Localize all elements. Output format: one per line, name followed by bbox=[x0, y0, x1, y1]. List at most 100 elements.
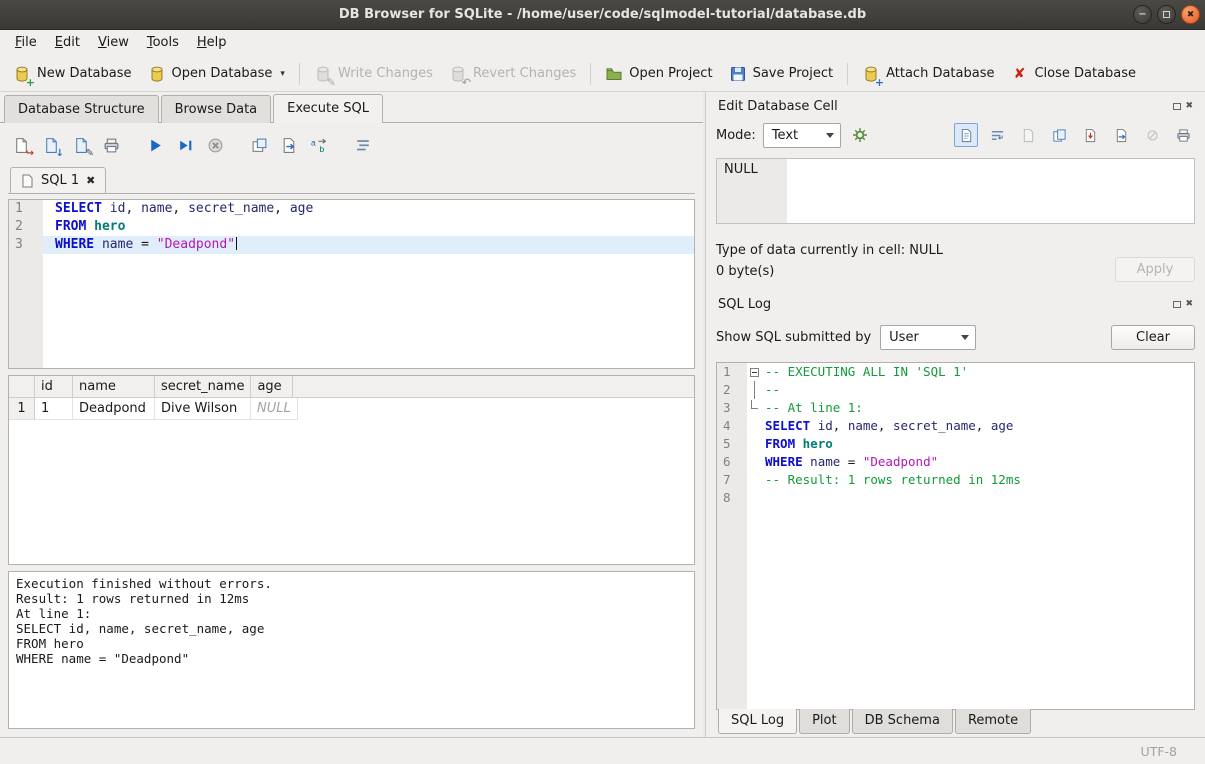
dock-close-icon[interactable]: ✖ bbox=[1185, 300, 1193, 309]
table-cell[interactable]: Dive Wilson bbox=[155, 398, 251, 420]
column-header-id[interactable]: id bbox=[35, 376, 73, 397]
code-line[interactable]: 4SELECT id, name, secret_name, age bbox=[717, 417, 1194, 435]
code-line[interactable]: 1-- EXECUTING ALL IN 'SQL 1' bbox=[717, 363, 1194, 381]
toolbar-separator bbox=[847, 63, 848, 85]
close-button[interactable]: ✖ bbox=[1181, 5, 1200, 24]
open-sql-file-button[interactable]: ↪ bbox=[8, 132, 34, 158]
tab-browse-data[interactable]: Browse Data bbox=[161, 95, 272, 123]
find-replace-button[interactable]: ab bbox=[306, 132, 332, 158]
line-number: 1 bbox=[717, 363, 747, 381]
line-number: 7 bbox=[717, 471, 747, 489]
toolbar-separator bbox=[590, 63, 591, 85]
cell-size-text: 0 byte(s) bbox=[716, 261, 943, 282]
write-changes-button: ✎ Write Changes bbox=[307, 61, 440, 87]
attach-database-button[interactable]: + Attach Database bbox=[855, 61, 1001, 87]
column-header-age[interactable]: age bbox=[251, 376, 293, 397]
open-project-button[interactable]: Open Project bbox=[598, 61, 719, 87]
code-line[interactable]: 2-- bbox=[717, 381, 1194, 399]
close-database-button[interactable]: ✘ Close Database bbox=[1003, 61, 1143, 87]
line-number: 3 bbox=[9, 236, 43, 254]
tab-execute-sql[interactable]: Execute SQL bbox=[273, 94, 383, 123]
column-header-name[interactable]: name bbox=[73, 376, 155, 397]
code-line[interactable]: 6WHERE name = "Deadpond" bbox=[717, 453, 1194, 471]
header-filler bbox=[293, 376, 694, 397]
print-cell-icon[interactable] bbox=[1171, 123, 1195, 147]
code-line[interactable]: 1SELECT id, name, secret_name, age bbox=[9, 200, 694, 218]
dock-close-icon[interactable]: ✖ bbox=[1185, 102, 1193, 111]
dock-tab-plot[interactable]: Plot bbox=[799, 709, 850, 734]
cell-editor[interactable]: NULL bbox=[716, 158, 1195, 224]
main-tabbar: Database Structure Browse Data Execute S… bbox=[0, 92, 703, 123]
mode-settings-button[interactable] bbox=[848, 123, 872, 147]
import-cell-icon[interactable] bbox=[1078, 123, 1102, 147]
menu-edit[interactable]: Edit bbox=[46, 30, 89, 56]
code-line[interactable]: 3-- At line 1: bbox=[717, 399, 1194, 417]
save-sql-as-button[interactable]: ✎ bbox=[68, 132, 94, 158]
new-database-button[interactable]: + New Database bbox=[6, 61, 139, 87]
sql-editor-lines[interactable]: 1SELECT id, name, secret_name, age2FROM … bbox=[8, 199, 695, 369]
fold-marker[interactable] bbox=[747, 363, 761, 381]
export-cell-icon[interactable] bbox=[1109, 123, 1133, 147]
mode-combobox[interactable]: Text bbox=[763, 123, 841, 148]
save-project-button[interactable]: Save Project bbox=[722, 61, 841, 87]
code-line[interactable]: 5FROM hero bbox=[717, 435, 1194, 453]
table-row[interactable]: 11DeadpondDive WilsonNULL bbox=[9, 398, 694, 420]
code-line[interactable]: 2FROM hero bbox=[9, 218, 694, 236]
edit-cell-toolbar: Mode: Text bbox=[716, 120, 1195, 150]
table-cell[interactable]: Deadpond bbox=[73, 398, 155, 420]
sql-tab-1[interactable]: SQL 1 ✖ bbox=[10, 167, 106, 193]
text-mode-icon[interactable] bbox=[954, 123, 978, 147]
svg-text:b: b bbox=[320, 143, 325, 153]
execute-all-button[interactable] bbox=[142, 132, 168, 158]
dock-tab-remote[interactable]: Remote bbox=[955, 709, 1031, 734]
code-line[interactable]: 8 bbox=[717, 489, 1194, 507]
code-line[interactable]: 3WHERE name = "Deadpond" bbox=[9, 236, 694, 254]
line-number: 8 bbox=[717, 489, 747, 507]
encoding-indicator[interactable]: UTF-8 bbox=[1141, 744, 1177, 759]
dock-tab-sql-log[interactable]: SQL Log bbox=[718, 709, 797, 734]
mode-label: Mode: bbox=[716, 128, 756, 143]
close-database-icon: ✘ bbox=[1010, 65, 1028, 83]
dock-tab-db-schema[interactable]: DB Schema bbox=[852, 709, 953, 734]
fold-marker bbox=[747, 435, 761, 453]
table-cell[interactable]: NULL bbox=[251, 398, 298, 420]
column-header-secret_name[interactable]: secret_name bbox=[155, 376, 251, 397]
log-filter-combobox[interactable]: User bbox=[880, 325, 976, 350]
menu-view[interactable]: View bbox=[89, 30, 138, 56]
fold-marker bbox=[747, 453, 761, 471]
export-results-button[interactable] bbox=[276, 132, 302, 158]
sql-log-lines[interactable]: 1-- EXECUTING ALL IN 'SQL 1'2--3-- At li… bbox=[716, 362, 1195, 710]
line-number: 2 bbox=[9, 218, 43, 236]
dock-float-icon[interactable] bbox=[1173, 103, 1181, 110]
tab-close-icon[interactable]: ✖ bbox=[86, 174, 95, 187]
tab-database-structure[interactable]: Database Structure bbox=[4, 95, 159, 123]
revert-changes-button: ↶ Revert Changes bbox=[442, 61, 583, 87]
menu-tools[interactable]: Tools bbox=[138, 30, 188, 56]
fold-marker bbox=[747, 489, 761, 507]
log-filter-label: Show SQL submitted by bbox=[716, 330, 871, 345]
open-database-button[interactable]: Open Database ▾ bbox=[141, 61, 292, 87]
menu-help[interactable]: Help bbox=[188, 30, 236, 56]
row-number[interactable]: 1 bbox=[9, 398, 35, 420]
code-line[interactable]: 7-- Result: 1 rows returned in 12ms bbox=[717, 471, 1194, 489]
new-sql-tab-button[interactable] bbox=[246, 132, 272, 158]
minimize-button[interactable]: − bbox=[1133, 5, 1152, 24]
attach-database-icon: + bbox=[862, 65, 880, 83]
menu-file[interactable]: File bbox=[6, 30, 46, 56]
clear-log-button[interactable]: Clear bbox=[1111, 325, 1195, 350]
dock-float-icon[interactable] bbox=[1173, 301, 1181, 308]
sql-log-dock-title: SQL Log ✖ bbox=[716, 292, 1195, 316]
copy-cell-icon[interactable] bbox=[1047, 123, 1071, 147]
edit-cell-dock-title: Edit Database Cell ✖ bbox=[716, 94, 1195, 118]
maximize-button[interactable] bbox=[1157, 5, 1176, 24]
format-sql-button[interactable] bbox=[350, 132, 376, 158]
table-cell[interactable]: 1 bbox=[35, 398, 73, 420]
open-database-dropdown-icon[interactable]: ▾ bbox=[280, 69, 285, 79]
results-rows: 11DeadpondDive WilsonNULL bbox=[9, 398, 694, 420]
print-sql-button[interactable] bbox=[98, 132, 124, 158]
execute-current-line-button[interactable] bbox=[172, 132, 198, 158]
word-wrap-icon[interactable] bbox=[985, 123, 1009, 147]
save-sql-file-button[interactable]: ↓ bbox=[38, 132, 64, 158]
chevron-down-icon bbox=[961, 335, 969, 340]
open-project-icon bbox=[605, 65, 623, 83]
